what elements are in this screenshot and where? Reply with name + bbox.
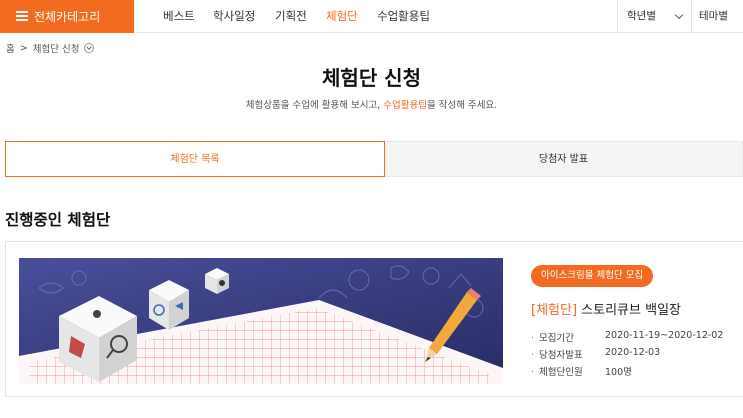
tab-experience-list[interactable]: 체험단 목록: [5, 141, 385, 177]
info-label: 당첨자발표: [531, 347, 611, 361]
tab-winners[interactable]: 당첨자 발표: [384, 141, 743, 177]
breadcrumb-separator: >: [19, 42, 28, 54]
recruitment-badge: 아이스크림몰 체험단 모집: [531, 265, 654, 287]
nav-divider: [691, 0, 692, 33]
menu-special-exhibition[interactable]: 기획전: [275, 0, 307, 33]
subtitle-text-end: 을 작성해 주세요.: [426, 100, 498, 111]
breadcrumb: 홈 > 체험단 신청: [6, 41, 95, 55]
subtitle-text: 체험상품을 수업에 활용해 보시고,: [245, 100, 384, 111]
chevron-down-icon: [674, 10, 684, 20]
chevron-down-circle-icon[interactable]: [84, 43, 95, 53]
top-navigation-bar: 전체카테고리 베스트 학사일정 기획전 체험단 수업활용팁 학년별 테마별: [0, 0, 743, 33]
info-value: 100명: [605, 367, 632, 378]
info-value: 2020-12-03: [605, 347, 661, 358]
campaign-category: [체험단]: [531, 303, 578, 318]
theme-menu[interactable]: 테마별: [699, 0, 728, 33]
info-value: 2020-11-19~2020-12-02: [605, 330, 724, 341]
all-categories-label: 전체카테고리: [34, 10, 101, 24]
section-title: 진행중인 체험단: [5, 211, 111, 229]
nav-divider: [617, 0, 618, 33]
campaign-name: 스토리큐브 백일장: [581, 303, 681, 318]
menu-class-tips[interactable]: 수업활용팁: [377, 0, 430, 33]
class-tips-link[interactable]: 수업활용팁: [383, 100, 427, 111]
breadcrumb-home[interactable]: 홈: [6, 41, 15, 55]
menu-best[interactable]: 베스트: [163, 0, 195, 33]
page-title: 체험단 신청: [322, 66, 421, 90]
menu-experience-group[interactable]: 체험단: [326, 0, 358, 33]
campaign-image[interactable]: [19, 258, 503, 384]
campaign-title[interactable]: [체험단] 스토리큐브 백일장: [531, 299, 681, 318]
info-label: 체험단인원: [531, 364, 611, 378]
menu-academic-calendar[interactable]: 학사일정: [213, 0, 255, 33]
menu-icon: [16, 11, 28, 21]
campaign-card[interactable]: 아이스크림몰 체험단 모집 [체험단] 스토리큐브 백일장 모집기간 2020-…: [5, 241, 743, 397]
story-cubes-illustration: [19, 258, 503, 384]
all-categories-button[interactable]: 전체카테고리: [0, 0, 134, 33]
tab-bar: 체험단 목록 당첨자 발표: [5, 141, 743, 177]
info-label: 모집기간: [531, 330, 611, 344]
breadcrumb-current: 체험단 신청: [32, 44, 80, 55]
page-subtitle: 체험상품을 수업에 활용해 보시고, 수업활용팁을 작성해 주세요.: [0, 97, 743, 111]
grade-select-label: 학년별: [627, 10, 656, 22]
